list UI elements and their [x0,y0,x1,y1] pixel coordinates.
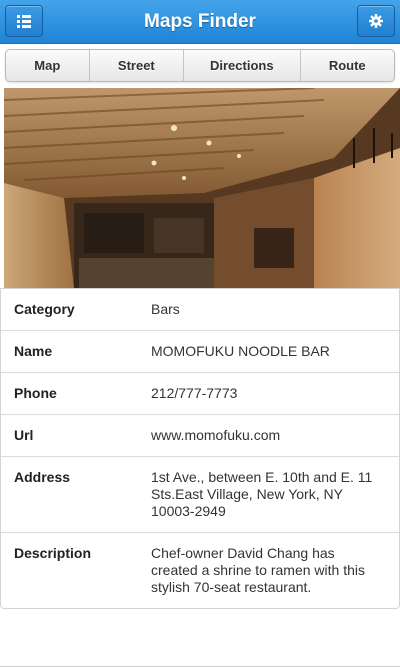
detail-row-url: Url www.momofuku.com [1,415,399,457]
detail-label: Description [14,545,92,561]
detail-row-category: Category Bars [1,289,399,331]
detail-label: Address [14,469,71,485]
page-title: Maps Finder [144,11,256,32]
url-link[interactable]: www.momofuku.com [151,427,391,444]
detail-value: Chef-owner David Chang has created a shr… [151,545,365,595]
restaurant-photo [4,88,400,288]
detail-label: Name [14,343,53,359]
detail-row-name: Name MOMOFUKU NOODLE BAR [1,331,399,373]
details-table: Category Bars Name MOMOFUKU NOODLE BAR P… [0,288,400,609]
detail-value: Bars [151,301,180,317]
tab-route[interactable]: Route [301,50,395,81]
detail-label: Category [14,301,75,317]
detail-value: MOMOFUKU NOODLE BAR [151,343,330,359]
settings-button[interactable] [357,5,395,37]
tab-directions[interactable]: Directions [184,50,301,81]
phone-link[interactable]: 212/777-7773 [151,385,391,402]
detail-row-address: Address 1st Ave., between E. 10th and E.… [1,457,399,533]
tab-map[interactable]: Map [6,50,90,81]
nav-tabs: Map Street Directions Route [5,49,395,82]
detail-value: 1st Ave., between E. 10th and E. 11 Sts.… [151,469,373,519]
detail-row-description: Description Chef-owner David Chang has c… [1,533,399,608]
gear-icon [369,14,383,28]
detail-label: Url [14,427,34,443]
detail-label: Phone [14,385,57,401]
detail-row-phone: Phone 212/777-7773 [1,373,399,415]
app-header: Maps Finder [0,0,400,44]
tab-street[interactable]: Street [90,50,185,81]
